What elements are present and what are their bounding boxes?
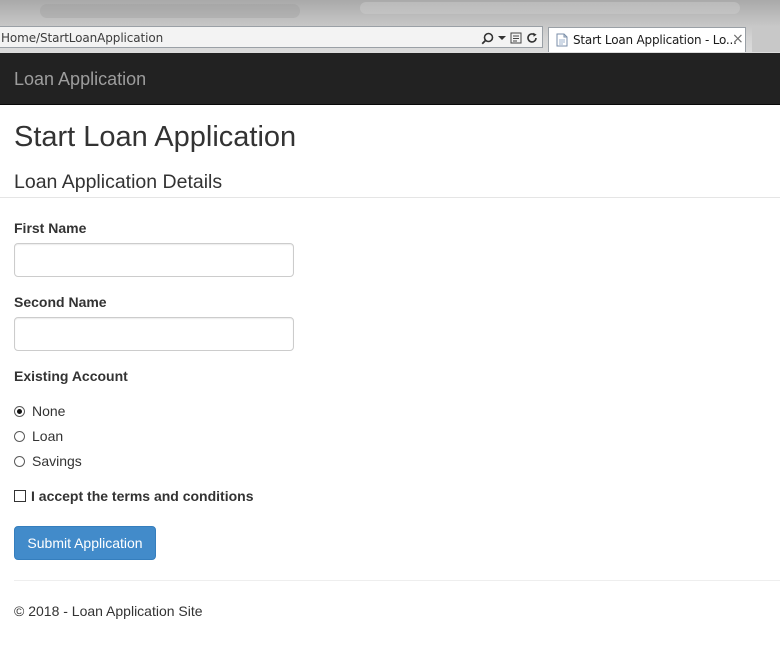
radio-none[interactable] bbox=[14, 405, 25, 417]
existing-account-label: Existing Account bbox=[14, 368, 128, 384]
navbar-brand[interactable]: Loan Application bbox=[14, 69, 146, 90]
address-bar[interactable]: Home/StartLoanApplication bbox=[0, 26, 543, 48]
second-name-input[interactable] bbox=[14, 317, 294, 351]
radio-label-none: None bbox=[32, 403, 66, 419]
terms-checkbox-row[interactable]: I accept the terms and conditions bbox=[14, 487, 254, 505]
terms-label: I accept the terms and conditions bbox=[31, 488, 254, 504]
section-title: Loan Application Details bbox=[14, 171, 223, 193]
radio-savings[interactable] bbox=[14, 455, 25, 467]
submit-application-button[interactable]: Submit Application bbox=[14, 526, 156, 560]
compat-view-icon[interactable] bbox=[510, 32, 522, 44]
browser-chrome: Home/StartLoanApplication Start Loan App… bbox=[0, 0, 780, 53]
window-title-blur bbox=[360, 2, 740, 14]
radio-option-loan[interactable]: Loan bbox=[14, 427, 63, 445]
first-name-input[interactable] bbox=[14, 243, 294, 277]
window-title-blur bbox=[40, 4, 300, 18]
radio-option-savings[interactable]: Savings bbox=[14, 452, 82, 470]
tab-title: Start Loan Application - Lo... bbox=[573, 33, 737, 47]
terms-checkbox[interactable] bbox=[14, 490, 26, 502]
page-title: Start Loan Application bbox=[14, 121, 297, 153]
footer-copyright: © 2018 - Loan Application Site bbox=[14, 603, 203, 619]
browser-tab[interactable]: Start Loan Application - Lo... × bbox=[548, 27, 746, 52]
radio-option-none[interactable]: None bbox=[14, 402, 65, 420]
radio-label-savings: Savings bbox=[32, 453, 82, 469]
address-url[interactable]: Home/StartLoanApplication bbox=[1, 31, 163, 45]
address-bar-icons bbox=[481, 29, 538, 47]
radio-loan[interactable] bbox=[14, 430, 25, 442]
new-tab-area[interactable] bbox=[752, 27, 780, 52]
page-icon bbox=[556, 33, 568, 52]
refresh-icon[interactable] bbox=[526, 32, 538, 44]
dropdown-arrow-icon[interactable] bbox=[498, 35, 506, 41]
navbar: Loan Application bbox=[0, 53, 780, 105]
first-name-label: First Name bbox=[14, 220, 87, 236]
divider bbox=[0, 197, 780, 198]
close-icon[interactable]: × bbox=[732, 31, 744, 47]
radio-label-loan: Loan bbox=[32, 428, 64, 444]
footer-divider bbox=[14, 580, 780, 581]
search-icon[interactable] bbox=[481, 32, 494, 45]
second-name-label: Second Name bbox=[14, 294, 107, 310]
